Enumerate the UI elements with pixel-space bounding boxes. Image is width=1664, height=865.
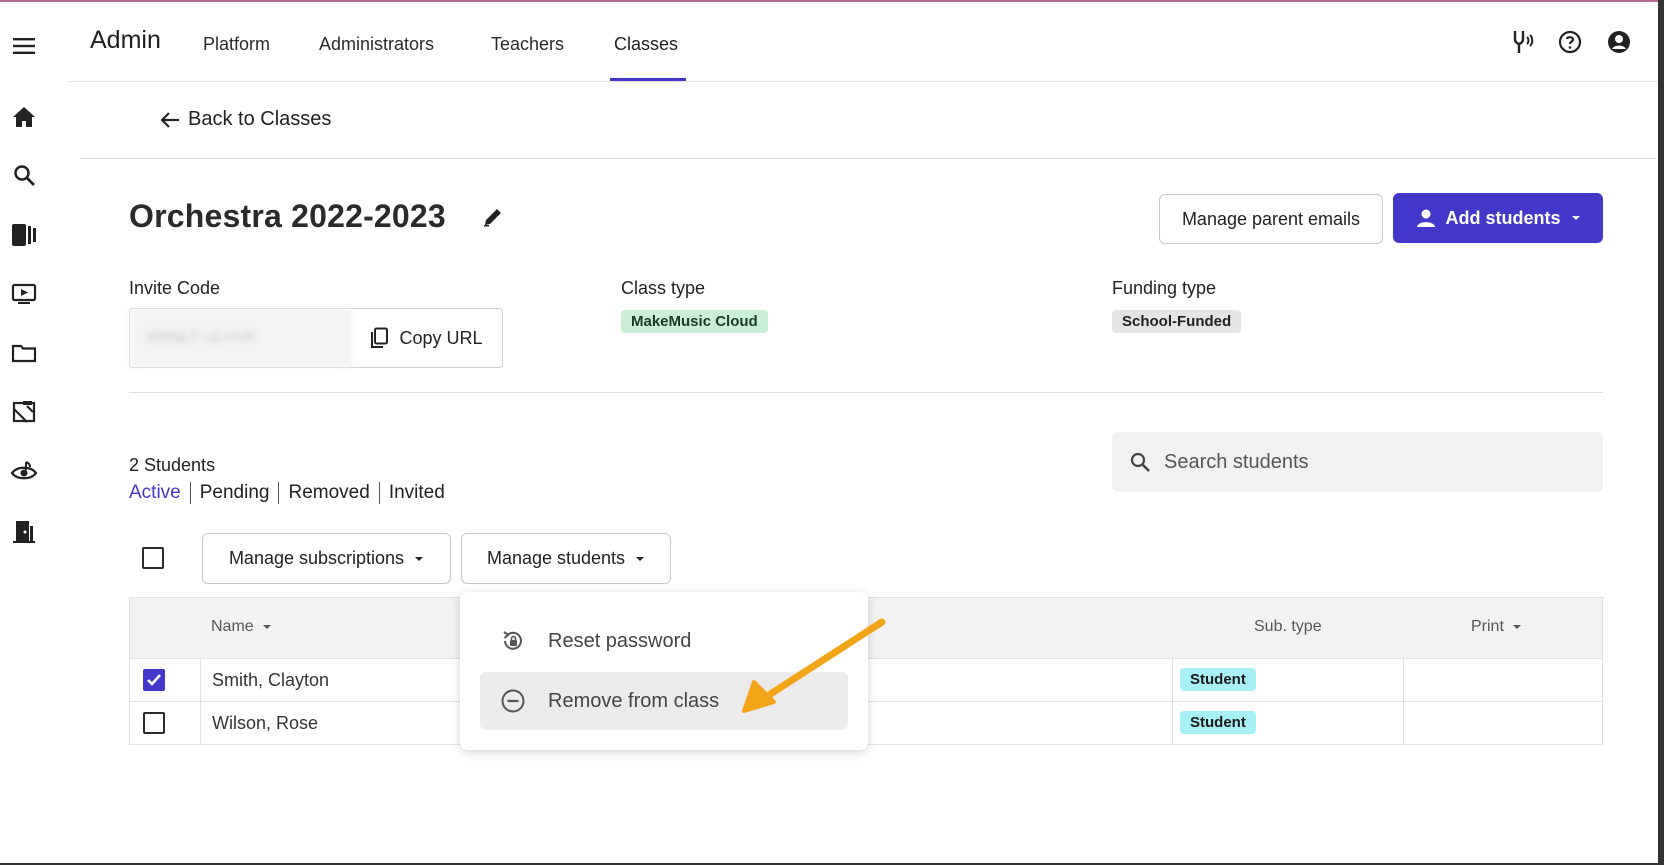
back-to-classes-link[interactable]: Back to Classes: [160, 108, 331, 131]
assignment-icon[interactable]: [10, 398, 38, 426]
page-title: Orchestra 2022-2023: [129, 198, 446, 234]
search-icon[interactable]: [10, 161, 38, 189]
tab-platform[interactable]: Platform: [203, 34, 270, 55]
ear-training-icon[interactable]: [10, 458, 38, 486]
column-divider: [1403, 659, 1404, 701]
manage-subscriptions-button[interactable]: Manage subscriptions: [202, 533, 451, 584]
arrow-left-icon: [160, 111, 179, 128]
row-checkbox[interactable]: [143, 712, 165, 734]
row-checkbox[interactable]: [143, 669, 165, 691]
filter-invited[interactable]: Invited: [389, 482, 445, 504]
brand-title: Admin: [90, 26, 161, 54]
menu-item-reset-password[interactable]: Reset password: [480, 612, 848, 670]
app-window: Admin Platform Administrators Teachers C…: [0, 0, 1664, 865]
checkmark-icon: [147, 674, 161, 686]
search-icon: [1130, 452, 1150, 472]
filter-separator: [278, 482, 280, 504]
help-icon[interactable]: [1556, 28, 1584, 56]
copy-url-label: Copy URL: [399, 327, 483, 348]
invite-code-field: W8NLT-ULHVK Copy URL: [129, 308, 503, 368]
search-students-input[interactable]: Search students: [1112, 432, 1603, 492]
search-placeholder: Search students: [1164, 450, 1309, 473]
tab-classes[interactable]: Classes: [614, 34, 678, 55]
menu-item-label: Reset password: [548, 629, 692, 652]
column-header-sub-type[interactable]: Sub. type: [1254, 618, 1322, 636]
divider: [129, 392, 1603, 393]
class-type-label: Class type: [621, 278, 706, 298]
student-count: 2 Students: [129, 455, 216, 475]
window-right-edge: [1658, 0, 1664, 865]
funding-type-badge: School-Funded: [1112, 310, 1242, 333]
student-name: Wilson, Rose: [212, 713, 319, 733]
remove-circle-icon: [501, 689, 525, 713]
column-divider: [1403, 702, 1404, 744]
caret-down-icon: [636, 556, 645, 561]
column-header-name[interactable]: Name: [211, 618, 272, 636]
filter-separator: [189, 482, 191, 504]
column-divider: [200, 659, 201, 701]
sub-type-badge: Student: [1180, 711, 1256, 734]
column-divider: [1172, 659, 1173, 701]
caret-down-icon: [415, 556, 424, 561]
hamburger-menu-icon[interactable]: [10, 32, 38, 60]
add-students-button[interactable]: Add students: [1393, 193, 1603, 243]
filter-removed[interactable]: Removed: [288, 482, 369, 504]
column-divider: [1172, 702, 1173, 744]
manage-parent-emails-button[interactable]: Manage parent emails: [1159, 194, 1383, 244]
account-icon[interactable]: [1605, 28, 1633, 56]
add-students-label: Add students: [1445, 207, 1561, 228]
menu-item-remove-from-class[interactable]: Remove from class: [480, 672, 848, 730]
column-divider: [200, 702, 201, 744]
filter-active[interactable]: Active: [129, 482, 181, 504]
copy-icon: [371, 327, 389, 348]
manage-students-label: Manage students: [486, 548, 626, 568]
active-tab-indicator: [610, 78, 686, 81]
student-name: Smith, Clayton: [212, 670, 330, 690]
copy-url-button[interactable]: Copy URL: [350, 309, 502, 367]
video-icon[interactable]: [10, 280, 38, 308]
column-header-print[interactable]: Print: [1471, 618, 1522, 636]
tab-administrators[interactable]: Administrators: [319, 34, 434, 55]
class-type-badge: MakeMusic Cloud: [621, 310, 768, 333]
sidebar: [0, 0, 48, 865]
back-link-label: Back to Classes: [188, 108, 332, 130]
caret-down-icon: [1571, 216, 1580, 220]
invite-code-value: W8NLT-ULHVK: [130, 309, 350, 367]
select-all-checkbox[interactable]: [142, 547, 164, 569]
manage-students-button[interactable]: Manage students: [461, 533, 671, 584]
menu-item-label: Remove from class: [548, 689, 720, 712]
student-status-filters: Active Pending Removed Invited: [129, 482, 445, 504]
reset-password-icon: [503, 631, 522, 650]
sort-caret-icon: [262, 625, 271, 629]
manage-students-menu: Reset password Remove from class: [460, 592, 868, 750]
column-print-label: Print: [1471, 618, 1504, 635]
filter-separator: [378, 482, 380, 504]
funding-type-label: Funding type: [1112, 278, 1217, 298]
manage-subscriptions-label: Manage subscriptions: [228, 548, 405, 568]
folder-icon[interactable]: [10, 339, 38, 367]
sub-type-badge: Student: [1180, 668, 1256, 691]
column-divider: [200, 598, 201, 658]
invite-code-label: Invite Code: [129, 278, 221, 298]
column-sub-type-label: Sub. type: [1254, 618, 1322, 635]
exit-icon[interactable]: [10, 518, 38, 546]
divider: [80, 158, 1656, 159]
edit-pencil-icon[interactable]: [482, 206, 508, 232]
home-icon[interactable]: [10, 103, 38, 131]
tuner-icon[interactable]: [1508, 28, 1536, 56]
filter-pending[interactable]: Pending: [200, 482, 270, 504]
person-icon: [1416, 209, 1435, 227]
top-navigation: Admin Platform Administrators Teachers C…: [68, 0, 1658, 82]
sort-caret-icon: [1512, 625, 1521, 629]
tab-teachers[interactable]: Teachers: [491, 34, 564, 55]
column-name-label: Name: [211, 618, 254, 635]
library-icon[interactable]: [10, 221, 38, 249]
